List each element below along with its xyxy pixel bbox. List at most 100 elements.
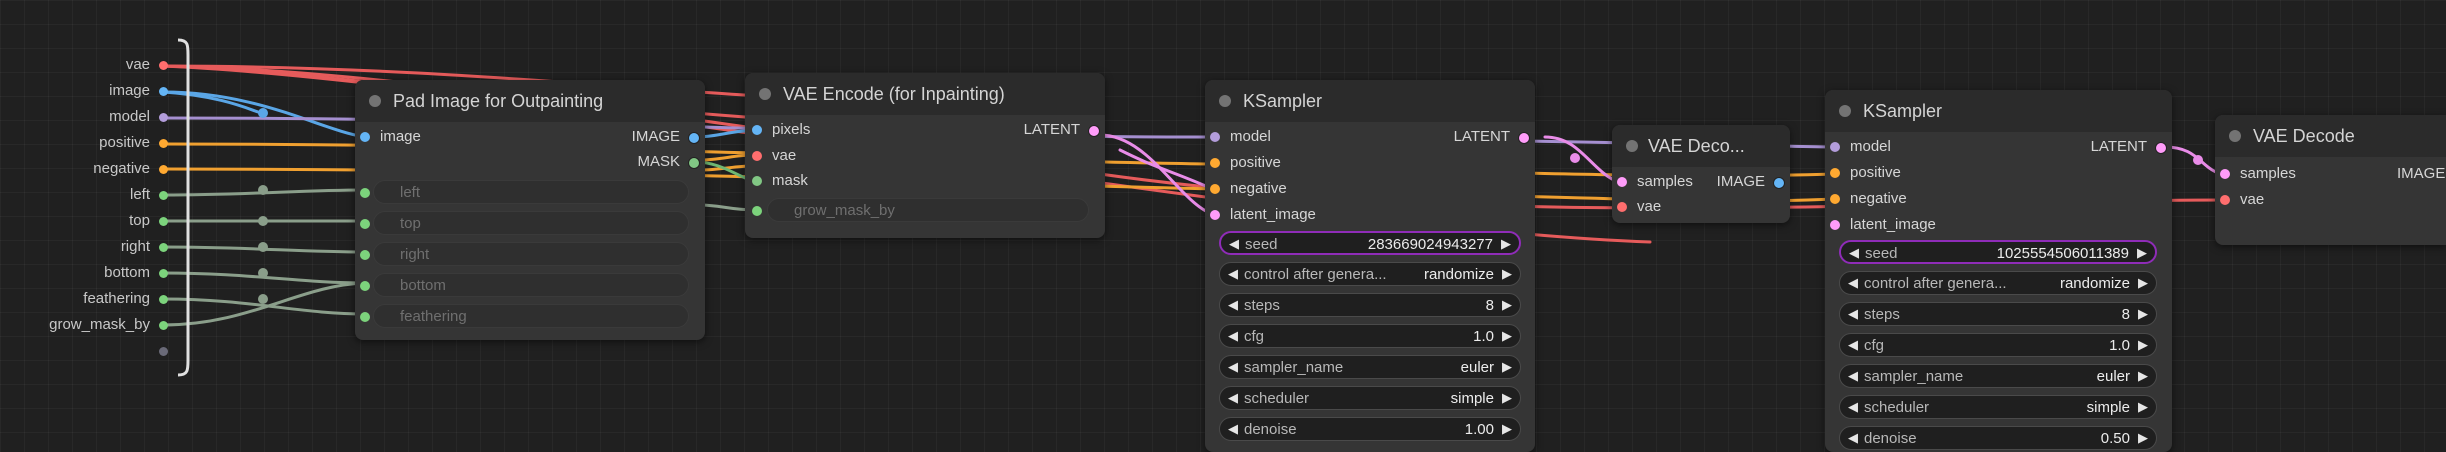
output-slot-image[interactable]: IMAGE — [1717, 173, 1785, 190]
widget-scheduler[interactable]: ◀ scheduler simple ▶ — [1839, 395, 2157, 419]
input-slot-negative[interactable]: negative — [1210, 180, 1287, 197]
prev-arrow-icon[interactable]: ◀ — [1228, 390, 1238, 406]
prev-arrow-icon[interactable]: ◀ — [1848, 368, 1858, 384]
widget-denoise[interactable]: ◀ denoise 0.50 ▶ — [1839, 426, 2157, 450]
next-arrow-icon[interactable]: ▶ — [2138, 368, 2148, 384]
input-slot-latent-image[interactable]: latent_image — [1830, 216, 1936, 233]
input-slot-vae[interactable]: vae — [752, 147, 796, 164]
node-ksampler-2[interactable]: KSampler model positive negative latent_… — [1825, 90, 2172, 452]
widget-sampler-name[interactable]: ◀ sampler_name euler ▶ — [1839, 364, 2157, 388]
widget-steps[interactable]: ◀ steps 8 ▶ — [1839, 302, 2157, 326]
prev-arrow-icon[interactable]: ◀ — [1228, 359, 1238, 375]
increment-arrow-icon[interactable]: ▶ — [1501, 236, 1511, 252]
input-slot-pixels[interactable]: pixels — [752, 121, 810, 138]
input-slot-samples[interactable]: samples — [1617, 173, 1693, 190]
collapse-dot[interactable] — [1219, 95, 1231, 107]
increment-arrow-icon[interactable]: ▶ — [1502, 297, 1512, 313]
reroute-dot-image[interactable] — [159, 87, 168, 96]
increment-arrow-icon[interactable]: ▶ — [2138, 430, 2148, 446]
decrement-arrow-icon[interactable]: ◀ — [1848, 430, 1858, 446]
decrement-arrow-icon[interactable]: ◀ — [1229, 236, 1239, 252]
output-slot-latent[interactable]: LATENT — [2091, 138, 2167, 155]
increment-arrow-icon[interactable]: ▶ — [2138, 306, 2148, 322]
node-vae-decode-small[interactable]: VAE Deco... samples vae IMAGE — [1612, 125, 1790, 223]
increment-arrow-icon[interactable]: ▶ — [2137, 245, 2147, 261]
input-slot-latent-image[interactable]: latent_image — [1210, 206, 1316, 223]
output-slot-image[interactable]: IMAGE — [632, 128, 700, 145]
node-title-bar[interactable]: KSampler — [1205, 80, 1535, 122]
collapse-dot[interactable] — [2229, 130, 2241, 142]
node-title-bar[interactable]: VAE Deco... — [1612, 125, 1790, 167]
collapse-dot[interactable] — [1626, 140, 1638, 152]
reroute-dot-negative[interactable] — [159, 165, 168, 174]
next-arrow-icon[interactable]: ▶ — [2138, 275, 2148, 291]
input-slot-vae[interactable]: vae — [1617, 198, 1661, 215]
widget-denoise[interactable]: ◀ denoise 1.00 ▶ — [1219, 417, 1521, 441]
widget-sampler-name[interactable]: ◀ sampler_name euler ▶ — [1219, 355, 1521, 379]
collapse-dot[interactable] — [1839, 105, 1851, 117]
decrement-arrow-icon[interactable]: ◀ — [1228, 421, 1238, 437]
input-slot-positive[interactable]: positive — [1210, 154, 1281, 171]
node-pad-image-for-outpainting[interactable]: Pad Image for Outpainting image IMAGE MA… — [355, 80, 705, 340]
input-slot-vae[interactable]: vae — [2220, 191, 2264, 208]
reroute-dot-feathering[interactable] — [159, 295, 168, 304]
widget-control-after-generate[interactable]: ◀ control after genera... randomize ▶ — [1219, 262, 1521, 286]
next-arrow-icon[interactable]: ▶ — [2138, 399, 2148, 415]
reroute-dot-vae[interactable] — [159, 61, 168, 70]
reroute-dot-grow-mask-by[interactable] — [159, 321, 168, 330]
node-vae-encode-inpainting[interactable]: VAE Encode (for Inpainting) pixels vae m… — [745, 73, 1105, 238]
reroute-dot-bottom[interactable] — [159, 269, 168, 278]
reroute-dot-right[interactable] — [159, 243, 168, 252]
node-vae-decode[interactable]: VAE Decode samples vae IMAGE — [2215, 115, 2446, 245]
input-slot-negative[interactable]: negative — [1830, 190, 1907, 207]
node-title-bar[interactable]: VAE Decode — [2215, 115, 2446, 157]
widget-cfg[interactable]: ◀ cfg 1.0 ▶ — [1839, 333, 2157, 357]
decrement-arrow-icon[interactable]: ◀ — [1849, 245, 1859, 261]
widget-right[interactable]: right — [373, 242, 689, 266]
widget-grow-mask-by[interactable]: grow_mask_by — [767, 198, 1089, 222]
widget-scheduler[interactable]: ◀ scheduler simple ▶ — [1219, 386, 1521, 410]
output-slot-mask[interactable]: MASK — [637, 153, 700, 170]
reroute-dot-left[interactable] — [159, 191, 168, 200]
next-arrow-icon[interactable]: ▶ — [1502, 390, 1512, 406]
increment-arrow-icon[interactable]: ▶ — [1502, 421, 1512, 437]
input-slot-mask[interactable]: mask — [752, 172, 808, 189]
widget-left[interactable]: left — [373, 180, 689, 204]
widget-bottom[interactable]: bottom — [373, 273, 689, 297]
decrement-arrow-icon[interactable]: ◀ — [1848, 337, 1858, 353]
node-ksampler-1[interactable]: KSampler model positive negative latent_… — [1205, 80, 1535, 452]
widget-top[interactable]: top — [373, 211, 689, 235]
input-slot-model[interactable]: model — [1210, 128, 1271, 145]
decrement-arrow-icon[interactable]: ◀ — [1848, 306, 1858, 322]
widget-cfg[interactable]: ◀ cfg 1.0 ▶ — [1219, 324, 1521, 348]
node-title-bar[interactable]: VAE Encode (for Inpainting) — [745, 73, 1105, 115]
reroute-dot-empty[interactable] — [159, 347, 168, 356]
widget-steps[interactable]: ◀ steps 8 ▶ — [1219, 293, 1521, 317]
input-slot-image[interactable]: image — [360, 128, 421, 145]
prev-arrow-icon[interactable]: ◀ — [1848, 275, 1858, 291]
decrement-arrow-icon[interactable]: ◀ — [1228, 328, 1238, 344]
output-slot-latent[interactable]: LATENT — [1454, 128, 1530, 145]
reroute-dot-positive[interactable] — [159, 139, 168, 148]
input-slot-model[interactable]: model — [1830, 138, 1891, 155]
prev-arrow-icon[interactable]: ◀ — [1848, 399, 1858, 415]
collapse-dot[interactable] — [759, 88, 771, 100]
input-slot-positive[interactable]: positive — [1830, 164, 1901, 181]
reroute-dot-model[interactable] — [159, 113, 168, 122]
next-arrow-icon[interactable]: ▶ — [1502, 266, 1512, 282]
decrement-arrow-icon[interactable]: ◀ — [1228, 297, 1238, 313]
output-slot-image[interactable]: IMAGE — [2397, 165, 2445, 182]
prev-arrow-icon[interactable]: ◀ — [1228, 266, 1238, 282]
increment-arrow-icon[interactable]: ▶ — [2138, 337, 2148, 353]
node-title-bar[interactable]: KSampler — [1825, 90, 2172, 132]
collapse-dot[interactable] — [369, 95, 381, 107]
reroute-dot-top[interactable] — [159, 217, 168, 226]
widget-seed[interactable]: ◀ seed 1025554506011389 ▶ — [1839, 240, 2157, 264]
widget-seed[interactable]: ◀ seed 283669024943277 ▶ — [1219, 231, 1521, 255]
output-slot-latent[interactable]: LATENT — [1024, 121, 1100, 138]
next-arrow-icon[interactable]: ▶ — [1502, 359, 1512, 375]
input-slot-samples[interactable]: samples — [2220, 165, 2296, 182]
increment-arrow-icon[interactable]: ▶ — [1502, 328, 1512, 344]
node-title-bar[interactable]: Pad Image for Outpainting — [355, 80, 705, 122]
widget-feathering[interactable]: feathering — [373, 304, 689, 328]
